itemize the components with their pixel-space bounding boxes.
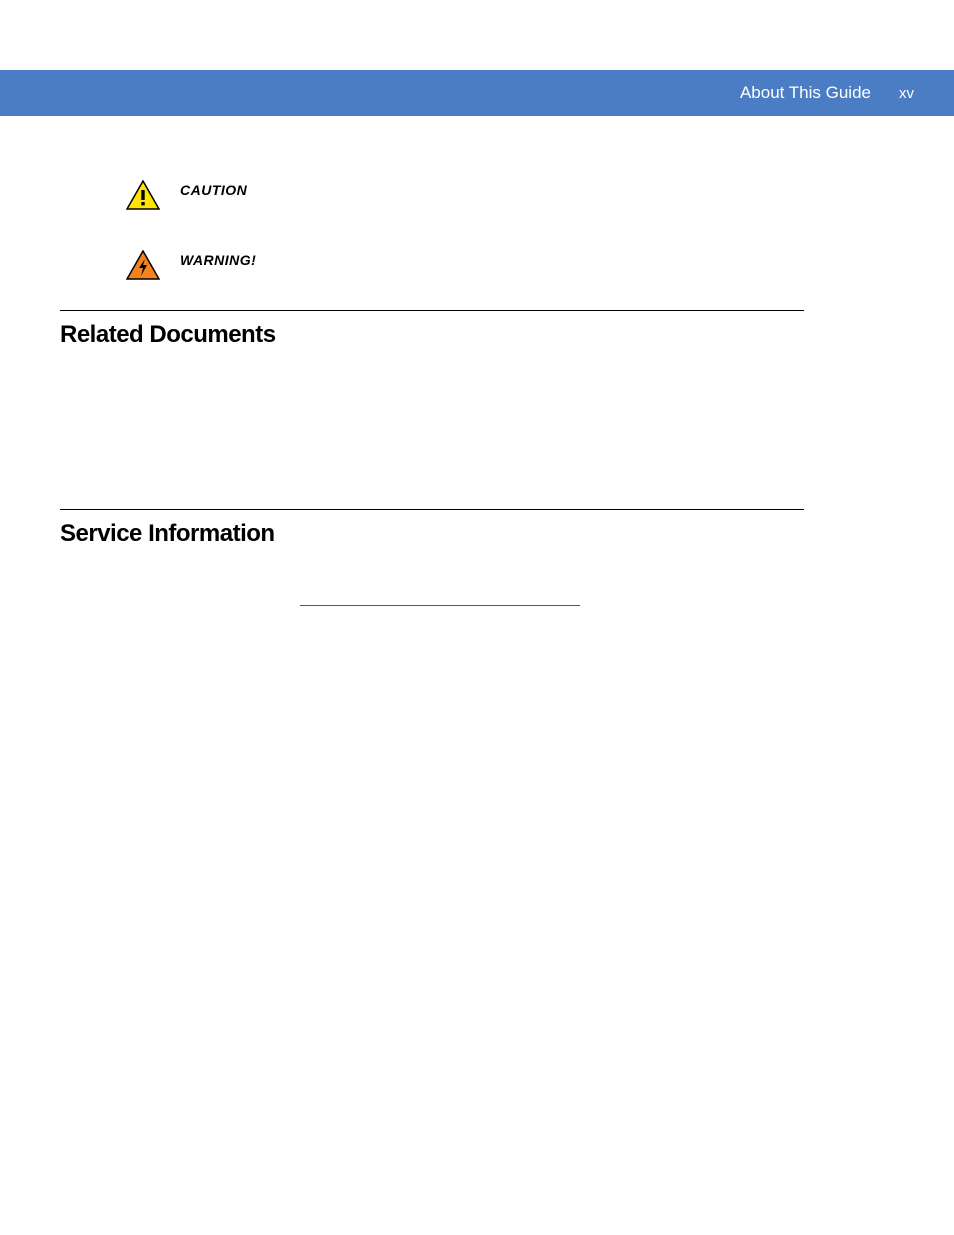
caution-label: CAUTION xyxy=(180,180,247,198)
page-number: xv xyxy=(899,85,914,102)
page-header: About This Guide xv xyxy=(0,70,954,116)
section-divider xyxy=(60,509,804,510)
section-divider xyxy=(60,310,804,311)
related-documents-heading: Related Documents xyxy=(60,321,804,349)
header-title: About This Guide xyxy=(740,83,871,103)
warning-icon xyxy=(120,250,165,280)
hyperlink-underline[interactable] xyxy=(300,592,580,606)
warning-label: WARNING! xyxy=(180,250,256,268)
warning-callout: WARNING! xyxy=(60,250,804,280)
page-content: CAUTION WARNING! Related Documents Servi… xyxy=(60,180,804,626)
service-information-heading: Service Information xyxy=(60,520,804,548)
caution-icon xyxy=(120,180,165,210)
related-documents-section: Related Documents xyxy=(60,310,804,349)
service-link-row xyxy=(300,588,804,606)
caution-callout: CAUTION xyxy=(60,180,804,210)
service-information-section: Service Information xyxy=(60,509,804,606)
